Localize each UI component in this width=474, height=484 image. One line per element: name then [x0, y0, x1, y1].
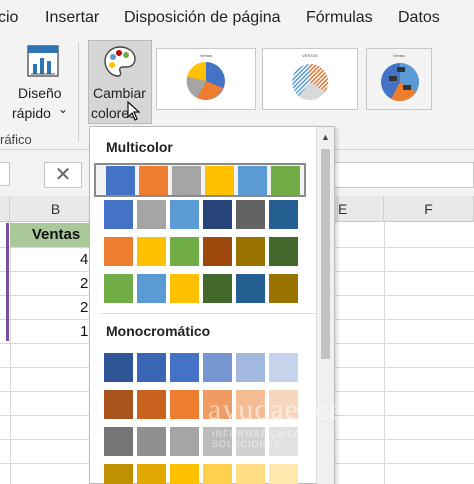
cancel-formula-button[interactable]: ✕: [44, 162, 82, 188]
cambiar-colores-button[interactable]: Cambiar colores: [88, 40, 152, 124]
chart-style-2[interactable]: VENTAS: [262, 48, 358, 110]
color-swatch: [271, 166, 300, 195]
watermark-subtext: INFORMATICA CON SOLUCIONES: [212, 429, 311, 449]
color-swatch: [203, 464, 232, 484]
color-swatch: [236, 353, 265, 382]
monochromatic-palette-4[interactable]: [104, 464, 304, 484]
color-swatch: [269, 464, 298, 484]
color-swatch: [170, 427, 199, 456]
color-swatch: [269, 237, 298, 266]
color-swatch: [104, 464, 133, 484]
ribbon-separator: [78, 42, 79, 142]
color-swatch: [238, 166, 267, 195]
tab-datos[interactable]: Datos: [398, 9, 440, 27]
name-box[interactable]: [0, 162, 10, 186]
column-line: [10, 222, 11, 484]
color-swatch: [137, 427, 166, 456]
close-icon: ✕: [54, 164, 72, 186]
mouse-cursor-icon: [127, 101, 141, 121]
column-header-a[interactable]: [0, 196, 10, 222]
value-cell[interactable]: 4: [80, 251, 88, 268]
color-swatch: [104, 274, 133, 303]
monochromatic-heading: Monocromático: [106, 323, 211, 339]
color-swatch: [205, 166, 234, 195]
value-cell[interactable]: 2: [80, 275, 88, 292]
tab-insertar[interactable]: Insertar: [45, 9, 99, 27]
change-colors-dropdown: Multicolor Monocromático ▲ ayudaexcel.co…: [89, 126, 384, 484]
color-swatch: [139, 166, 168, 195]
color-swatch: [170, 390, 199, 419]
color-swatch: [269, 353, 298, 382]
watermark-text: ayudaexcel.com: [208, 393, 385, 426]
color-swatch: [170, 464, 199, 484]
color-swatch: [137, 390, 166, 419]
color-swatch: [170, 353, 199, 382]
multicolor-heading: Multicolor: [106, 139, 173, 155]
tab-disposicion[interactable]: Disposición de página: [124, 9, 281, 27]
color-swatch: [137, 274, 166, 303]
color-swatch: [104, 237, 133, 266]
quick-layout-icon: [27, 45, 59, 77]
color-swatch: [170, 237, 199, 266]
color-swatch: [172, 166, 201, 195]
chart-style-3[interactable]: Ventas: [366, 48, 432, 110]
color-swatch: [236, 274, 265, 303]
diseno-rapido-button[interactable]: Diseño rápido ⌄: [10, 40, 72, 126]
chart-style-1[interactable]: Ventas: [156, 48, 256, 110]
color-swatch: [269, 200, 298, 229]
color-swatch: [236, 200, 265, 229]
cambiar-label: Cambiar: [93, 85, 146, 101]
color-swatch: [104, 427, 133, 456]
color-swatch: [104, 390, 133, 419]
color-swatch: [236, 237, 265, 266]
monochromatic-palette-1[interactable]: [104, 353, 304, 383]
multicolor-palette-2[interactable]: [104, 200, 304, 230]
color-swatch: [236, 464, 265, 484]
pie-chart-hatched-thumb-icon: VENTAS: [292, 53, 329, 100]
column-header-f[interactable]: F: [384, 196, 474, 222]
color-swatch: [137, 200, 166, 229]
selection-border: [6, 223, 9, 341]
color-swatch: [203, 274, 232, 303]
value-cell[interactable]: 2: [80, 299, 88, 316]
color-swatch: [104, 353, 133, 382]
tab-inicio[interactable]: cio: [0, 9, 18, 27]
color-swatch: [137, 237, 166, 266]
svg-text:VENTAS: VENTAS: [302, 53, 318, 58]
chevron-down-icon: ⌄: [58, 102, 69, 116]
rapido-label: rápido: [12, 105, 51, 121]
value-cell[interactable]: 1: [80, 323, 88, 340]
tab-formulas[interactable]: Fórmulas: [306, 9, 373, 27]
pie-chart-thumb-icon: Ventas: [186, 53, 225, 100]
color-swatch: [104, 200, 133, 229]
color-swatch: [137, 464, 166, 484]
color-swatch: [106, 166, 135, 195]
menu-tabs: cio Insertar Disposición de página Fórmu…: [0, 0, 474, 38]
diseno-label: Diseño: [18, 85, 62, 101]
column-header-e[interactable]: E: [338, 196, 384, 222]
palette-icon: [104, 46, 136, 77]
color-swatch: [269, 274, 298, 303]
pie-chart-dark-thumb-icon: Ventas: [381, 53, 419, 102]
svg-text:Ventas: Ventas: [200, 53, 212, 58]
color-swatch: [203, 353, 232, 382]
scroll-up-arrow-icon[interactable]: ▲: [319, 130, 332, 144]
multicolor-palette-4[interactable]: [104, 274, 304, 304]
svg-text:Ventas: Ventas: [393, 53, 405, 58]
section-divider: [100, 313, 316, 314]
color-swatch: [170, 274, 199, 303]
color-swatch: [137, 353, 166, 382]
color-swatch: [170, 200, 199, 229]
multicolor-palette-1[interactable]: [94, 163, 306, 197]
group-label-grafico: ráfico: [0, 132, 32, 147]
column-line: [384, 222, 385, 484]
excel-window: cio Insertar Disposición de página Fórmu…: [0, 0, 474, 484]
color-swatch: [203, 237, 232, 266]
color-swatch: [203, 200, 232, 229]
scroll-thumb[interactable]: [321, 149, 330, 359]
multicolor-palette-3[interactable]: [104, 237, 304, 267]
